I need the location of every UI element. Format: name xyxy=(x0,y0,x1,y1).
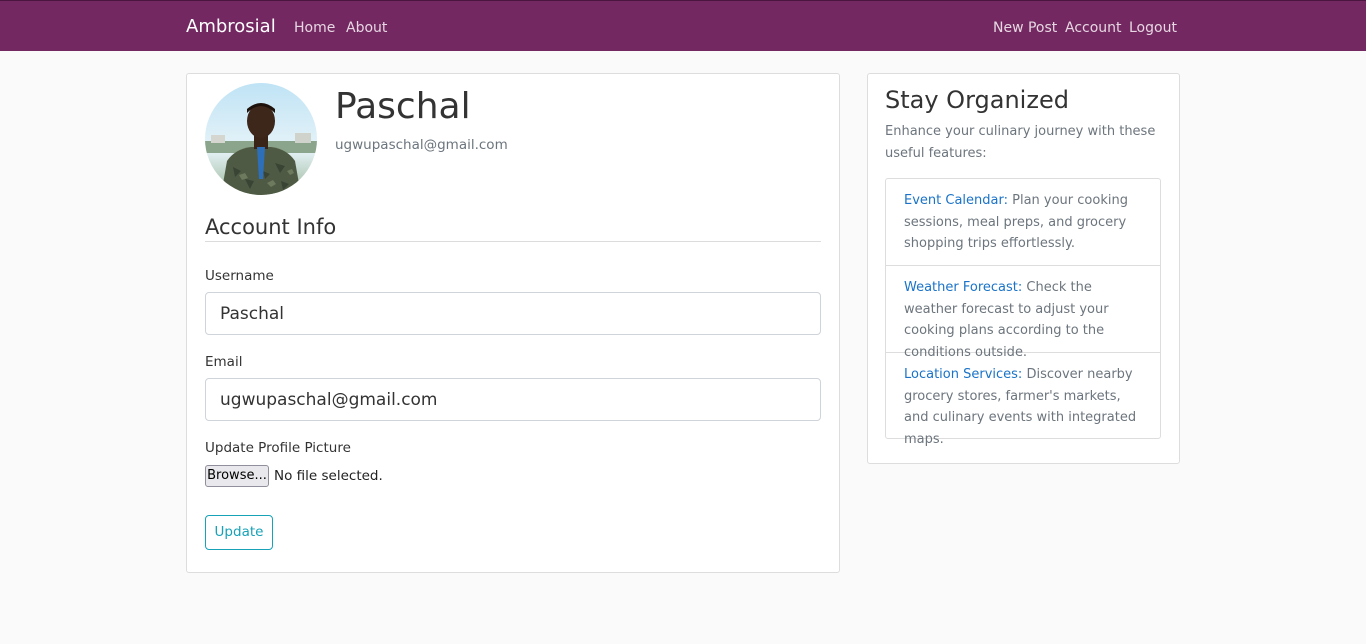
avatar xyxy=(205,83,317,195)
update-button[interactable]: Update xyxy=(205,515,273,550)
weather-forecast-link[interactable]: Weather Forecast: xyxy=(904,280,1022,295)
profile-photo-icon xyxy=(205,83,317,195)
email-label: Email xyxy=(205,354,243,370)
nav-home-link[interactable]: Home xyxy=(294,19,335,37)
event-calendar-link[interactable]: Event Calendar: xyxy=(904,193,1008,208)
profile-name: Paschal xyxy=(335,86,471,127)
brand-link[interactable]: Ambrosial xyxy=(186,16,276,38)
sidebar-card: Stay Organized Enhance your culinary jou… xyxy=(867,73,1180,464)
browse-file-button[interactable]: Browse... xyxy=(205,465,269,487)
account-info-heading: Account Info xyxy=(205,215,337,239)
list-item: Weather Forecast: Check the weather fore… xyxy=(886,265,1160,360)
list-item: Event Calendar: Plan your cooking sessio… xyxy=(886,179,1160,265)
profile-picture-label: Update Profile Picture xyxy=(205,440,351,456)
top-navbar: Ambrosial Home About New Post Account Lo… xyxy=(0,0,1366,51)
nav-account-link[interactable]: Account xyxy=(1065,19,1122,37)
list-item: Location Services: Discover nearby groce… xyxy=(886,352,1160,447)
feature-list: Event Calendar: Plan your cooking sessio… xyxy=(885,178,1161,447)
nav-new-post-link[interactable]: New Post xyxy=(993,19,1057,37)
username-input[interactable] xyxy=(205,292,821,335)
location-services-link[interactable]: Location Services: xyxy=(904,367,1022,382)
username-label: Username xyxy=(205,268,274,284)
profile-email: ugwupaschal@gmail.com xyxy=(335,137,508,153)
section-divider xyxy=(205,241,821,242)
nav-about-link[interactable]: About xyxy=(346,19,387,37)
sidebar-title: Stay Organized xyxy=(885,86,1069,114)
file-status-text: No file selected. xyxy=(274,468,383,484)
account-card: Paschal ugwupaschal@gmail.com Account In… xyxy=(186,73,840,573)
email-input[interactable] xyxy=(205,378,821,421)
sidebar-description: Enhance your culinary journey with these… xyxy=(885,124,1156,161)
nav-logout-link[interactable]: Logout xyxy=(1129,19,1177,37)
